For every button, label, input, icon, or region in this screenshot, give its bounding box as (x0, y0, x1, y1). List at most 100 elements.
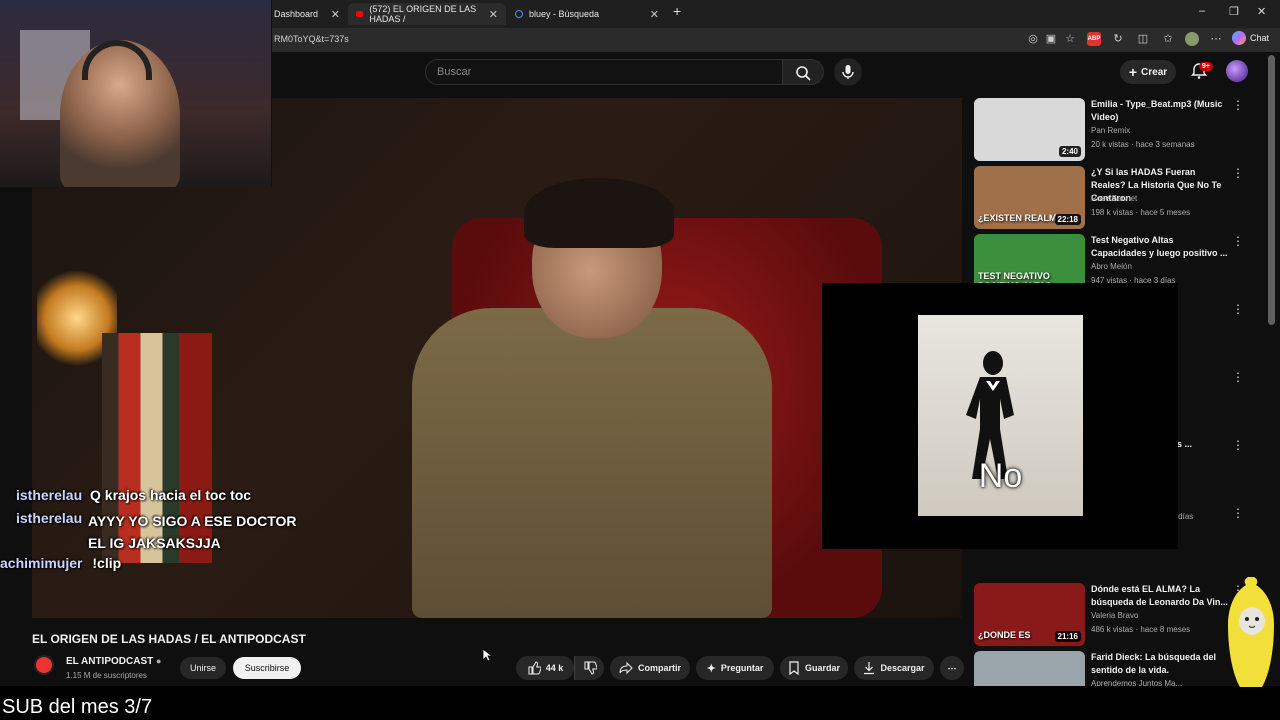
favorite-icon[interactable]: ☆ (1063, 32, 1077, 46)
tab-bluey-search[interactable]: bluey - Búsqueda ✕ (507, 3, 667, 25)
join-button[interactable]: Unirse (180, 657, 226, 679)
more-vertical-icon[interactable]: ⋮ (1232, 99, 1244, 111)
banana-cat-sticker (1228, 577, 1274, 687)
video-scene-host-hair (524, 178, 674, 248)
page-scrollbar[interactable] (1268, 55, 1275, 325)
more-actions-button[interactable]: ⋯ (940, 656, 964, 680)
recommended-channel[interactable]: Rose Bennet (1091, 194, 1137, 203)
recommended-channel[interactable]: Pan Remix (1091, 126, 1130, 135)
create-label: Crear (1141, 66, 1168, 78)
video-scene-host-body (412, 308, 772, 618)
new-tab-icon[interactable]: + (673, 3, 681, 19)
maximize-icon[interactable]: ❐ (1229, 5, 1239, 18)
more-vertical-icon[interactable]: ⋮ (1232, 167, 1244, 179)
subscribe-button[interactable]: Suscribirse (233, 657, 301, 679)
voice-search-button[interactable] (834, 58, 862, 86)
video-thumbnail[interactable]: ¿DONDE ES 21:16 (974, 583, 1085, 646)
recommended-video[interactable]: 2:40 Emilia - Type_Beat.mp3 (Music Video)… (974, 98, 1234, 162)
channel-name-text: EL ANTIPODCAST (66, 656, 154, 667)
recommended-meta: 486 k vistas · hace 8 meses (1091, 625, 1191, 634)
video-duration: 2:40 (1058, 146, 1081, 157)
refresh-extension-icon[interactable]: ↻ (1111, 32, 1125, 46)
tab-label: (572) EL ORIGEN DE LAS HADAS / (369, 4, 477, 24)
share-icon (619, 661, 633, 675)
sparkle-icon: ✦ (706, 662, 716, 675)
ask-button[interactable]: ✦ Preguntar (696, 656, 774, 680)
mouse-cursor-icon (482, 648, 494, 667)
create-button[interactable]: + Crear (1120, 60, 1176, 84)
video-thumbnail[interactable]: 2:40 (974, 98, 1085, 161)
close-icon[interactable]: ✕ (331, 8, 340, 21)
save-button[interactable]: Guardar (780, 656, 848, 680)
tab-dashboard[interactable]: Dashboard ✕ (266, 3, 348, 25)
more-icon[interactable]: ⋯ (1209, 32, 1223, 46)
download-icon (864, 662, 875, 675)
stream-bottom-bar (0, 686, 1280, 720)
recommended-video[interactable]: ¿EXISTEN REALME 22:18 ¿Y Si las HADAS Fuer… (974, 166, 1234, 230)
notification-count-badge: 9+ (1199, 62, 1213, 71)
minimize-icon[interactable]: – (1199, 5, 1205, 17)
download-label: Descargar (880, 663, 925, 673)
reader-icon[interactable]: ▣ (1044, 32, 1058, 46)
search-input[interactable] (437, 64, 767, 80)
tab-video[interactable]: (572) EL ORIGEN DE LAS HADAS / ✕ (348, 3, 506, 25)
video-duration: 22:18 (1054, 214, 1081, 225)
more-vertical-icon[interactable]: ⋮ (1232, 371, 1244, 383)
close-icon[interactable]: ✕ (489, 8, 498, 21)
bookmark-icon (789, 661, 799, 675)
channel-avatar[interactable] (34, 655, 54, 675)
url-text[interactable]: RM0ToYQ&t=737s (274, 34, 349, 44)
chat-username-text: istherelau (16, 510, 83, 526)
ask-label: Preguntar (720, 663, 764, 673)
recommended-title[interactable]: Emilia - Type_Beat.mp3 (Music Video) (1091, 98, 1229, 124)
search-icon (796, 66, 811, 81)
download-button[interactable]: Descargar (854, 656, 934, 680)
youtube-icon (356, 11, 364, 17)
video-duration: 21:16 (1054, 631, 1081, 642)
more-vertical-icon[interactable]: ⋮ (1232, 303, 1244, 315)
meme-overlay-image: No (918, 315, 1083, 516)
recommended-meta: 198 k vistas · hace 5 meses (1091, 208, 1191, 217)
like-button[interactable]: 44 k (516, 656, 574, 680)
user-avatar[interactable] (1226, 60, 1248, 82)
more-vertical-icon[interactable]: ⋮ (1232, 235, 1244, 247)
dislike-button[interactable] (574, 656, 604, 680)
plus-icon: + (1128, 64, 1138, 80)
streamer-webcam (0, 0, 272, 187)
chat-label: Chat (1250, 33, 1270, 43)
recommended-title[interactable]: Dónde está EL ALMA? La búsqueda de Leona… (1091, 583, 1229, 609)
share-label: Compartir (637, 663, 681, 673)
recommended-video[interactable]: ¿DONDE ES 21:16 Dónde está EL ALMA? La bús… (974, 583, 1234, 647)
more-vertical-icon[interactable]: ⋮ (1232, 507, 1244, 519)
copilot-chat-button[interactable]: Chat (1232, 31, 1269, 45)
share-button[interactable]: Compartir (610, 656, 690, 680)
recommended-meta: 20 k vistas · hace 3 semanas (1091, 140, 1195, 149)
sub-counter-text: SUB del mes 3/7 (2, 696, 153, 718)
translate-icon[interactable]: ◎ (1026, 32, 1040, 46)
video-thumbnail[interactable]: ¿EXISTEN REALME 22:18 (974, 166, 1085, 229)
recommended-channel[interactable]: Abro Melón (1091, 262, 1132, 271)
recommended-channel[interactable]: Valeria Bravo (1091, 611, 1138, 620)
chat-username: istherelau (16, 487, 83, 503)
close-window-icon[interactable]: ✕ (1257, 5, 1266, 18)
chat-message: istherelau Q krajos hacia el toc toc (16, 487, 316, 503)
more-vertical-icon[interactable]: ⋮ (1232, 439, 1244, 451)
recommended-title[interactable]: Test Negativo Altas Capacidades y luego … (1091, 234, 1229, 260)
chat-text: AYYY YO SIGO A ESE DOCTOR EL IG JAKSAKSJ… (88, 510, 318, 554)
tab-label: Dashboard (274, 9, 319, 19)
thumbs-up-icon (528, 661, 541, 675)
search-button[interactable] (782, 59, 824, 85)
chat-username: istherelau (16, 510, 88, 526)
close-icon[interactable]: ✕ (650, 8, 659, 21)
save-label: Guardar (804, 663, 840, 673)
chat-text: Q krajos hacia el toc toc (90, 487, 252, 503)
like-count: 44 k (545, 663, 564, 673)
split-screen-icon[interactable]: ◫ (1136, 32, 1150, 46)
channel-name[interactable]: EL ANTIPODCAST ● (66, 656, 161, 667)
profile-icon[interactable] (1185, 32, 1199, 46)
chat-username: achimimujer (0, 555, 83, 571)
recommended-title[interactable]: Farid Dieck: La búsqueda del sentido de … (1091, 651, 1229, 677)
more-horizontal-icon: ⋯ (947, 662, 957, 673)
favorites-bar-icon[interactable]: ✩ (1161, 32, 1175, 46)
adblock-icon[interactable]: ABP (1087, 32, 1101, 46)
